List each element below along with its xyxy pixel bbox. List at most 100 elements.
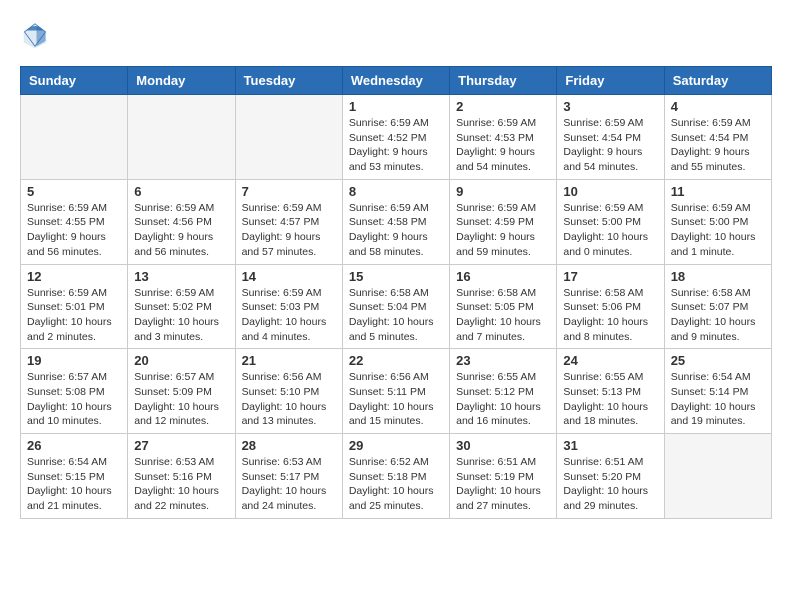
logo-icon: [20, 20, 50, 50]
calendar-table: SundayMondayTuesdayWednesdayThursdayFrid…: [20, 66, 772, 519]
day-number: 1: [349, 99, 443, 114]
logo: [20, 20, 54, 50]
day-number: 17: [563, 269, 657, 284]
calendar-cell: 5Sunrise: 6:59 AM Sunset: 4:55 PM Daylig…: [21, 179, 128, 264]
day-info: Sunrise: 6:58 AM Sunset: 5:05 PM Dayligh…: [456, 286, 550, 345]
day-number: 4: [671, 99, 765, 114]
day-info: Sunrise: 6:58 AM Sunset: 5:06 PM Dayligh…: [563, 286, 657, 345]
day-number: 12: [27, 269, 121, 284]
calendar-cell: 28Sunrise: 6:53 AM Sunset: 5:17 PM Dayli…: [235, 434, 342, 519]
calendar-cell: 3 Sunrise: 6:59 AM Sunset: 4:54 PM Daylig…: [557, 95, 664, 180]
day-number: 23: [456, 353, 550, 368]
day-number: 6: [134, 184, 228, 199]
day-info: Sunrise: 6:52 AM Sunset: 5:18 PM Dayligh…: [349, 455, 443, 514]
day-info: Sunrise: 6:59 AM Sunset: 5:00 PM Dayligh…: [563, 201, 657, 260]
calendar-cell: 15 Sunrise: 6:58 AM Sunset: 5:04 PM Dayli…: [342, 264, 449, 349]
day-number: 22: [349, 353, 443, 368]
calendar-cell: 2Sunrise: 6:59 AM Sunset: 4:53 PM Daylig…: [450, 95, 557, 180]
calendar-cell: 17 Sunrise: 6:58 AM Sunset: 5:06 PM Dayli…: [557, 264, 664, 349]
day-info: Sunrise: 6:59 AM Sunset: 4:56 PM Dayligh…: [134, 201, 228, 260]
calendar-cell: 29Sunrise: 6:52 AM Sunset: 5:18 PM Dayli…: [342, 434, 449, 519]
day-number: 11: [671, 184, 765, 199]
calendar-cell: 22 Sunrise: 6:56 AM Sunset: 5:11 PM Dayli…: [342, 349, 449, 434]
calendar-week-row: 26 Sunrise: 6:54 AM Sunset: 5:15 PM Dayli…: [21, 434, 772, 519]
calendar-week-row: 19 Sunrise: 6:57 AM Sunset: 5:08 PM Dayli…: [21, 349, 772, 434]
day-number: 5: [27, 184, 121, 199]
day-of-week-header: Monday: [128, 67, 235, 95]
day-info: Sunrise: 6:51 AM Sunset: 5:20 PM Dayligh…: [563, 455, 657, 514]
calendar-cell: 21Sunrise: 6:56 AM Sunset: 5:10 PM Dayli…: [235, 349, 342, 434]
day-info: Sunrise: 6:51 AM Sunset: 5:19 PM Dayligh…: [456, 455, 550, 514]
calendar-cell: 31 Sunrise: 6:51 AM Sunset: 5:20 PM Dayli…: [557, 434, 664, 519]
calendar-cell: 27 Sunrise: 6:53 AM Sunset: 5:16 PM Dayli…: [128, 434, 235, 519]
day-info: Sunrise: 6:58 AM Sunset: 5:04 PM Dayligh…: [349, 286, 443, 345]
day-number: 18: [671, 269, 765, 284]
day-info: Sunrise: 6:55 AM Sunset: 5:13 PM Dayligh…: [563, 370, 657, 429]
day-number: 19: [27, 353, 121, 368]
calendar-cell: [128, 95, 235, 180]
day-number: 16: [456, 269, 550, 284]
day-number: 13: [134, 269, 228, 284]
calendar-cell: [21, 95, 128, 180]
calendar-cell: 9 Sunrise: 6:59 AM Sunset: 4:59 PM Daylig…: [450, 179, 557, 264]
day-of-week-header: Saturday: [664, 67, 771, 95]
calendar-cell: 10Sunrise: 6:59 AM Sunset: 5:00 PM Dayli…: [557, 179, 664, 264]
calendar-cell: 20 Sunrise: 6:57 AM Sunset: 5:09 PM Dayli…: [128, 349, 235, 434]
calendar-cell: 16 Sunrise: 6:58 AM Sunset: 5:05 PM Dayli…: [450, 264, 557, 349]
calendar-cell: 4 Sunrise: 6:59 AM Sunset: 4:54 PM Daylig…: [664, 95, 771, 180]
day-of-week-header: Thursday: [450, 67, 557, 95]
day-number: 21: [242, 353, 336, 368]
day-number: 27: [134, 438, 228, 453]
day-number: 30: [456, 438, 550, 453]
day-number: 24: [563, 353, 657, 368]
day-info: Sunrise: 6:59 AM Sunset: 4:53 PM Dayligh…: [456, 116, 550, 175]
calendar-cell: 23 Sunrise: 6:55 AM Sunset: 5:12 PM Dayli…: [450, 349, 557, 434]
day-info: Sunrise: 6:59 AM Sunset: 4:54 PM Dayligh…: [563, 116, 657, 175]
calendar-cell: 19 Sunrise: 6:57 AM Sunset: 5:08 PM Dayli…: [21, 349, 128, 434]
calendar-cell: 6 Sunrise: 6:59 AM Sunset: 4:56 PM Daylig…: [128, 179, 235, 264]
calendar-week-row: 1 Sunrise: 6:59 AM Sunset: 4:52 PM Daylig…: [21, 95, 772, 180]
day-number: 8: [349, 184, 443, 199]
day-info: Sunrise: 6:56 AM Sunset: 5:11 PM Dayligh…: [349, 370, 443, 429]
day-number: 26: [27, 438, 121, 453]
day-of-week-header: Friday: [557, 67, 664, 95]
calendar-cell: 7 Sunrise: 6:59 AM Sunset: 4:57 PM Daylig…: [235, 179, 342, 264]
calendar-header-row: SundayMondayTuesdayWednesdayThursdayFrid…: [21, 67, 772, 95]
calendar-cell: 12 Sunrise: 6:59 AM Sunset: 5:01 PM Dayli…: [21, 264, 128, 349]
calendar-cell: 13 Sunrise: 6:59 AM Sunset: 5:02 PM Dayli…: [128, 264, 235, 349]
day-number: 3: [563, 99, 657, 114]
day-number: 15: [349, 269, 443, 284]
calendar-cell: [664, 434, 771, 519]
day-info: Sunrise: 6:59 AM Sunset: 4:59 PM Dayligh…: [456, 201, 550, 260]
day-number: 20: [134, 353, 228, 368]
calendar-cell: 18Sunrise: 6:58 AM Sunset: 5:07 PM Dayli…: [664, 264, 771, 349]
day-info: Sunrise: 6:57 AM Sunset: 5:09 PM Dayligh…: [134, 370, 228, 429]
calendar-cell: 8Sunrise: 6:59 AM Sunset: 4:58 PM Daylig…: [342, 179, 449, 264]
day-info: Sunrise: 6:59 AM Sunset: 4:57 PM Dayligh…: [242, 201, 336, 260]
day-number: 31: [563, 438, 657, 453]
calendar-cell: 24 Sunrise: 6:55 AM Sunset: 5:13 PM Dayli…: [557, 349, 664, 434]
day-info: Sunrise: 6:59 AM Sunset: 4:52 PM Dayligh…: [349, 116, 443, 175]
day-info: Sunrise: 6:59 AM Sunset: 4:54 PM Dayligh…: [671, 116, 765, 175]
calendar-cell: 30 Sunrise: 6:51 AM Sunset: 5:19 PM Dayli…: [450, 434, 557, 519]
day-info: Sunrise: 6:53 AM Sunset: 5:16 PM Dayligh…: [134, 455, 228, 514]
day-info: Sunrise: 6:59 AM Sunset: 5:01 PM Dayligh…: [27, 286, 121, 345]
day-info: Sunrise: 6:53 AM Sunset: 5:17 PM Dayligh…: [242, 455, 336, 514]
day-number: 14: [242, 269, 336, 284]
day-info: Sunrise: 6:59 AM Sunset: 5:03 PM Dayligh…: [242, 286, 336, 345]
page-header: [20, 20, 772, 50]
calendar-cell: 1 Sunrise: 6:59 AM Sunset: 4:52 PM Daylig…: [342, 95, 449, 180]
day-info: Sunrise: 6:59 AM Sunset: 5:02 PM Dayligh…: [134, 286, 228, 345]
day-number: 9: [456, 184, 550, 199]
calendar-week-row: 12 Sunrise: 6:59 AM Sunset: 5:01 PM Dayli…: [21, 264, 772, 349]
day-info: Sunrise: 6:57 AM Sunset: 5:08 PM Dayligh…: [27, 370, 121, 429]
day-info: Sunrise: 6:54 AM Sunset: 5:15 PM Dayligh…: [27, 455, 121, 514]
day-info: Sunrise: 6:55 AM Sunset: 5:12 PM Dayligh…: [456, 370, 550, 429]
day-number: 7: [242, 184, 336, 199]
day-of-week-header: Wednesday: [342, 67, 449, 95]
calendar-cell: [235, 95, 342, 180]
day-number: 25: [671, 353, 765, 368]
calendar-cell: 14 Sunrise: 6:59 AM Sunset: 5:03 PM Dayli…: [235, 264, 342, 349]
day-info: Sunrise: 6:59 AM Sunset: 5:00 PM Dayligh…: [671, 201, 765, 260]
day-info: Sunrise: 6:54 AM Sunset: 5:14 PM Dayligh…: [671, 370, 765, 429]
